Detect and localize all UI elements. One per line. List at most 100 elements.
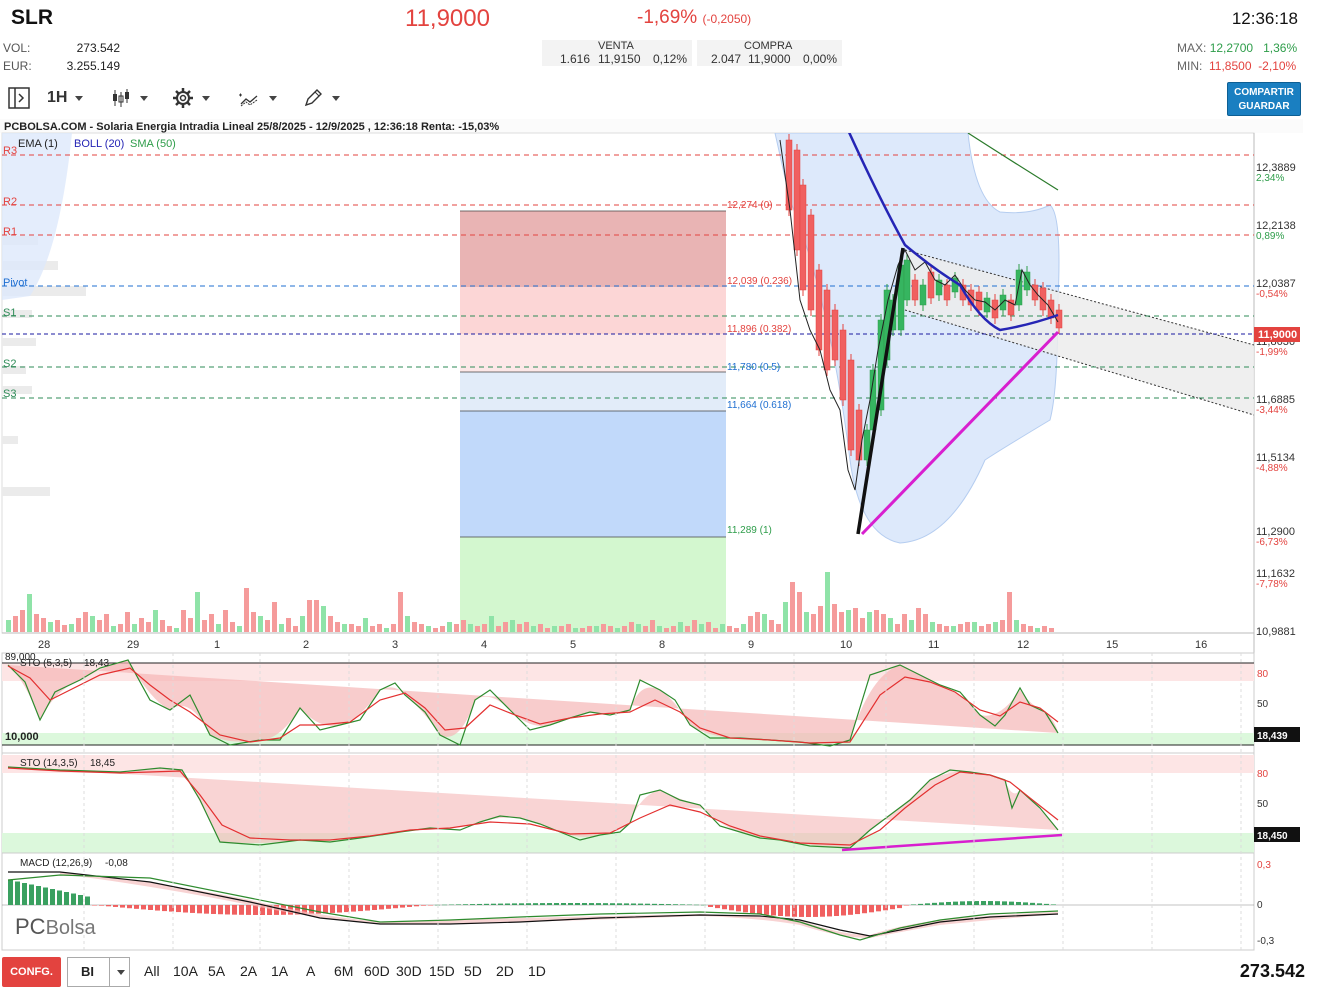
volume-bar xyxy=(48,622,53,632)
vol-value: 273.542 xyxy=(76,41,120,55)
volume-bar xyxy=(426,626,431,632)
macd-hist-bar xyxy=(470,904,475,905)
mode-label: BI xyxy=(81,964,94,979)
candle xyxy=(919,284,927,306)
macd-hist-bar xyxy=(897,905,902,909)
panel-toggle-button[interactable] xyxy=(7,84,31,112)
volume-bar xyxy=(1021,624,1026,632)
range-button-all[interactable]: All xyxy=(144,963,160,979)
chart-type-select[interactable] xyxy=(110,84,148,112)
macd-hist-bar xyxy=(673,904,678,905)
macd-hist-bar xyxy=(57,890,62,905)
volume-bar xyxy=(307,600,312,632)
share-save-button[interactable]: COMPARTIR GUARDAR xyxy=(1227,82,1301,116)
volume-bar xyxy=(937,624,942,632)
volume-bar xyxy=(118,624,123,632)
percent-axis-label: -7,78% xyxy=(1256,579,1288,590)
volume-bar xyxy=(846,610,851,632)
range-button-5d[interactable]: 5D xyxy=(464,963,482,979)
volume-bar xyxy=(363,618,368,632)
macd-hist-bar xyxy=(225,905,230,915)
range-button-a[interactable]: A xyxy=(306,963,315,979)
macd-hist-bar xyxy=(645,903,650,905)
range-button-30d[interactable]: 30D xyxy=(396,963,422,979)
volume-bar xyxy=(853,608,858,632)
volume-bar xyxy=(167,626,172,632)
volume-bar xyxy=(55,620,60,632)
range-button-10a[interactable]: 10A xyxy=(173,963,198,979)
percent-axis-label: 0,89% xyxy=(1256,231,1284,242)
range-button-5a[interactable]: 5A xyxy=(208,963,225,979)
macd-hist-bar xyxy=(442,904,447,906)
current-price-tag-text: 11,9000 xyxy=(1258,329,1297,341)
range-button-15d[interactable]: 15D xyxy=(429,963,455,979)
time-axis-label: 10 xyxy=(840,639,852,651)
eur-value: 3.255.149 xyxy=(66,59,120,73)
volume-bar xyxy=(762,614,767,632)
fibonacci-zones xyxy=(460,210,726,633)
range-button-60d[interactable]: 60D xyxy=(364,963,390,979)
mode-select[interactable]: BI xyxy=(67,957,130,987)
timeframe-select[interactable]: 1H xyxy=(47,84,84,112)
range-button-2d[interactable]: 2D xyxy=(496,963,514,979)
price-chart[interactable]: EMA (1) BOLL (20) SMA (50) R3 R2 R1 Pivot S1… xyxy=(0,118,1317,956)
sell-price: 11,9150 xyxy=(598,52,641,66)
sto1-left-bottom: 10,000 xyxy=(5,731,39,743)
macd-hist-bar xyxy=(610,903,615,905)
volume-bar xyxy=(888,618,893,632)
orderbook-sell: VENTA 1.616 11,9150 0,12% xyxy=(542,40,692,66)
pivot-label: S1 xyxy=(3,307,16,319)
volume-bar xyxy=(174,628,179,632)
macd-hist-bar xyxy=(505,903,510,905)
macd-hist-bar xyxy=(1044,903,1049,905)
macd-hist-bar xyxy=(575,903,580,905)
macd-hist-bar xyxy=(162,905,167,912)
macd-hist-bar xyxy=(925,903,930,905)
volume-bar xyxy=(202,620,207,632)
volume-bar xyxy=(412,622,417,632)
macd-hist-bar xyxy=(659,903,664,905)
macd-hist-bar xyxy=(939,902,944,905)
macd-hist-bar xyxy=(876,905,881,912)
volume-bar xyxy=(195,592,200,632)
config-button[interactable]: CONFG. xyxy=(2,957,61,987)
indicators-select[interactable] xyxy=(237,84,277,112)
volume-bar xyxy=(237,626,242,632)
indicators-icon xyxy=(239,93,258,107)
macd-hist-bar xyxy=(631,903,636,905)
range-button-1d[interactable]: 1D xyxy=(528,963,546,979)
macd-hist-bar xyxy=(8,880,13,905)
macd-hist-bar xyxy=(1030,902,1035,905)
range-button-6m[interactable]: 6M xyxy=(334,963,353,979)
macd-hist-bar xyxy=(372,905,377,910)
macd-hist-bar xyxy=(351,905,356,912)
volume-bar xyxy=(678,622,683,632)
settings-select[interactable] xyxy=(172,84,210,112)
macd-axis-bot: -0,3 xyxy=(1257,936,1275,947)
volume-bar xyxy=(552,626,557,632)
range-button-2a[interactable]: 2A xyxy=(240,963,257,979)
pencil-icon xyxy=(304,89,322,107)
candle xyxy=(831,309,839,361)
quote-time: 12:36:18 xyxy=(1231,9,1298,28)
macd-hist-bar xyxy=(386,905,391,909)
macd-hist-bar xyxy=(428,905,433,906)
time-axis-label: 3 xyxy=(392,639,398,651)
drawing-tools-select[interactable] xyxy=(302,84,340,112)
candle xyxy=(1055,309,1063,329)
volume-bar xyxy=(748,616,753,632)
macd-hist-bar xyxy=(183,905,188,913)
volume-bar xyxy=(132,624,137,632)
volume-bar xyxy=(384,628,389,632)
volume-bar xyxy=(993,622,998,632)
volume-bar xyxy=(230,622,235,632)
macd-hist-bar xyxy=(43,887,48,905)
volume-bar xyxy=(489,616,494,632)
volume-bar xyxy=(370,626,375,632)
chevron-down-icon xyxy=(117,970,125,975)
volume-bar xyxy=(720,624,725,632)
macd-hist-bar xyxy=(50,889,55,905)
macd-panel xyxy=(1,852,1255,951)
range-button-1a[interactable]: 1A xyxy=(271,963,288,979)
volume-bar xyxy=(566,624,571,632)
